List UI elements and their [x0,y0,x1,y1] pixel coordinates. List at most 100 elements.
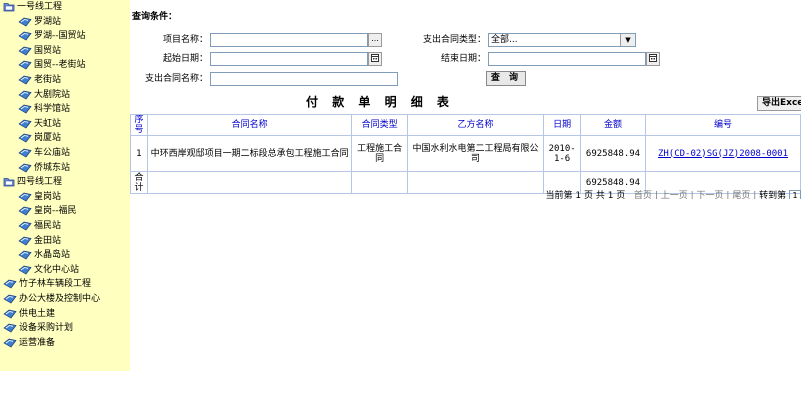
sidebar-item-label: 文化中心站 [34,264,80,275]
sidebar-item-label: 皇岗--福民 [34,206,77,217]
document-icon [18,90,34,100]
start-date-input[interactable] [210,52,368,66]
page-info: 当前第 1 页 共 1 页 [545,191,626,199]
end-date-label: 结束日期： [440,54,486,64]
sidebar-item[interactable]: 老街站 [18,73,61,87]
document-icon [18,119,34,129]
project-browse-button[interactable]: ... [368,33,382,47]
jump-label: 转到第 [759,191,787,199]
sidebar-item-label: 车公庙站 [34,148,71,158]
end-date-calendar-icon[interactable] [646,52,660,66]
sidebar-item-label: 运营准备 [19,337,56,348]
document-icon [18,207,34,217]
document-icon [3,280,19,290]
next-page-link[interactable]: 下一页 [697,191,724,199]
sidebar-item-label: 金田站 [34,235,62,246]
sidebar-item[interactable]: 国贸--老街站 [18,58,86,72]
sidebar-item[interactable]: 皇岗站 [18,190,61,204]
sidebar-item-label: 老街站 [34,75,62,85]
column-header[interactable]: 编号 [644,114,801,136]
pagination: 当前第 1 页 共 1 页 首页 | 上一页 | 下一页 | 尾页 | 转到第 … [546,190,801,199]
table-header-row: 序号 合同名称 合同类型 乙方名称 日期 金额 编号 [130,114,801,136]
sidebar-item[interactable]: 供电土建 [3,307,55,321]
sidebar-item[interactable]: 四号线工程 [3,175,62,189]
last-page-link[interactable]: 尾页 [732,191,750,199]
table-row: 1 中环西岸观邸项目一期二标段总承包工程施工合同 工程施工合同 中国水利水电第二… [130,135,801,172]
first-page-link[interactable]: 首页 [634,191,652,199]
start-date-calendar-icon[interactable] [368,52,382,66]
column-header[interactable]: 日期 [543,114,582,136]
document-icon [3,309,19,319]
sidebar-item[interactable]: 大剧院站 [18,88,70,102]
sidebar-item[interactable]: 岗厦站 [18,131,61,145]
sidebar-item[interactable]: 文化中心站 [18,263,79,277]
payment-table: 序号 合同名称 合同类型 乙方名称 日期 金额 编号 1 中环西岸观邸项目一期二… [130,114,801,194]
contract-type-value: 全部... [491,35,518,45]
document-icon [18,17,34,27]
sidebar-item[interactable]: 运营准备 [3,336,55,350]
sidebar-item-label: 四号线工程 [17,177,63,188]
sidebar-item[interactable]: 一号线工程 [3,0,62,14]
sidebar-item[interactable]: 金田站 [18,234,61,248]
contract-name-label: 支出合同名称： [144,74,208,84]
sidebar-item[interactable]: 罗湖站 [18,15,61,29]
document-icon [3,294,19,305]
sidebar-item-label: 罗湖--国贸站 [34,31,86,42]
sidebar-item[interactable]: 水晶岛站 [18,248,70,262]
document-icon [3,338,19,348]
sidebar-item-label: 供电土建 [19,308,56,319]
contract-type-select[interactable]: 全部... ▼ [488,33,636,47]
document-icon [18,61,34,71]
contract-code-link[interactable]: ZH(CD-02)SG(JZ)2008-0001 [644,135,801,172]
amount-cell: 6925848.94 [580,135,646,172]
row-index: 1 [130,135,148,172]
sidebar-item[interactable]: 福民站 [18,219,61,233]
sidebar-item-label: 侨城东站 [34,162,71,173]
column-header[interactable]: 合同类型 [351,114,408,136]
sidebar-item[interactable]: 国贸站 [18,44,61,58]
document-icon [18,221,34,232]
document-icon [18,250,34,261]
column-header[interactable]: 金额 [580,114,646,136]
sidebar-item[interactable]: 车公庙站 [18,146,70,160]
party-b-cell: 中国水利水电第二工程局有限公司 [406,135,545,172]
folder-icon [3,178,17,188]
date-cell: 2010-1-6 [543,135,582,172]
sidebar-item[interactable]: 皇岗--福民 [18,204,77,218]
sidebar-item[interactable]: 办公大楼及控制中心 [3,292,100,306]
document-icon [18,163,34,173]
sidebar-item[interactable]: 罗湖--国贸站 [18,29,86,43]
document-icon [18,192,34,202]
contract-name-cell: 中环西岸观邸项目一期二标段总承包工程施工合同 [146,135,353,172]
jump-page-input[interactable]: 1 [789,190,801,199]
sidebar-item[interactable]: 天虹站 [18,117,61,131]
search-button[interactable]: 查 询 [486,71,526,86]
sidebar-item-label: 岗厦站 [34,133,62,144]
sidebar-item[interactable]: 竹子林车辆段工程 [3,277,91,291]
column-header[interactable]: 合同名称 [146,114,353,136]
sidebar-item[interactable]: 设备采购计划 [3,321,73,335]
sidebar-item-label: 设备采购计划 [19,323,74,334]
column-header[interactable]: 序号 [130,114,148,136]
document-icon [18,148,34,159]
end-date-input[interactable] [488,52,646,66]
sidebar-tree: 一号线工程罗湖站罗湖--国贸站 国贸站国贸--老街站老街站大剧院站科学馆站天虹站岗… [0,0,130,371]
contract-type-label: 支出合同类型： [422,35,486,45]
sidebar-item[interactable]: 侨城东站 [18,161,70,175]
column-header[interactable]: 乙方名称 [406,114,545,136]
document-icon [18,104,34,115]
prev-page-link[interactable]: 上一页 [661,191,688,199]
document-icon [18,236,34,246]
sidebar-item[interactable]: 科学馆站 [18,102,70,116]
contract-name-input[interactable] [210,72,398,86]
export-excel-button[interactable]: 导出Excel [757,96,801,111]
sidebar-item-label: 办公大楼及控制中心 [19,294,101,304]
folder-icon [3,3,17,13]
project-name-input[interactable] [210,33,368,47]
sidebar-item-label: 国贸站 [34,45,62,56]
sidebar-item-label: 科学馆站 [34,104,71,115]
chevron-down-icon: ▼ [620,34,635,46]
document-icon [18,265,34,275]
total-label: 合计 [130,171,148,194]
sidebar-item-label: 罗湖站 [34,16,62,27]
